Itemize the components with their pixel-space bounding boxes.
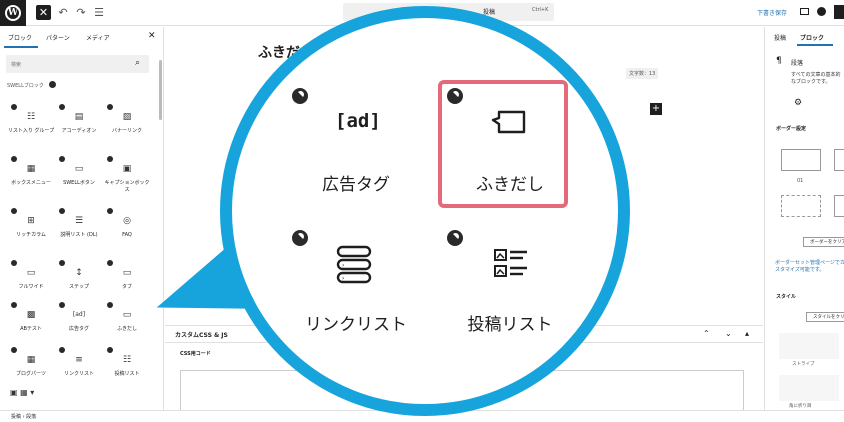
list-group-icon: ☷ bbox=[26, 112, 36, 122]
css-code-label: CSS用コード bbox=[180, 351, 211, 357]
char-count-badge: 文字数：13 bbox=[626, 68, 659, 79]
border-option-number: 01 bbox=[797, 178, 804, 184]
swell-icon bbox=[49, 81, 56, 88]
block-swell-button[interactable]: ▭ SWELLボタン bbox=[55, 152, 103, 202]
active-tab-indicator bbox=[797, 44, 833, 46]
swell-badge-icon bbox=[292, 88, 308, 104]
preview-icon[interactable] bbox=[800, 8, 809, 15]
tab-post[interactable]: 投稿 bbox=[774, 33, 786, 42]
save-draft-button[interactable]: 下書き保存 bbox=[757, 8, 787, 17]
fullwide-icon: ▭ bbox=[26, 268, 36, 278]
search-icon[interactable]: ⌕ bbox=[135, 58, 140, 68]
chevron-up-icon[interactable]: ⌃ bbox=[703, 329, 710, 338]
style-option-corner[interactable] bbox=[779, 375, 839, 401]
command-shortcut: Ctrl+K bbox=[532, 7, 549, 13]
border-option[interactable] bbox=[781, 149, 821, 171]
button-icon: ▭ bbox=[74, 164, 84, 174]
block-name: 段落 bbox=[791, 60, 804, 67]
block-list-group[interactable]: ☷ リスト入り グループ bbox=[7, 100, 55, 150]
tab-icon: ▭ bbox=[122, 268, 132, 278]
block-box-menu[interactable]: ▦ ボックスメニュー bbox=[7, 152, 55, 202]
drag-icon[interactable]: ▴ bbox=[745, 329, 749, 338]
clear-style-button[interactable]: スタイルをクリア bbox=[806, 312, 844, 322]
tab-blocks[interactable]: ブロック bbox=[8, 33, 32, 42]
box-menu-icon: ▦ bbox=[26, 164, 36, 174]
balloon-icon bbox=[491, 110, 526, 134]
caption-box-icon: ▣ bbox=[122, 164, 132, 174]
border-settings-link[interactable]: ボーダーセット管理ページでカスタマイズ可能です。 bbox=[775, 260, 844, 274]
swell-badge-icon bbox=[447, 88, 463, 104]
block-dl-list[interactable]: ☰ 説明リスト (DL) bbox=[55, 204, 103, 254]
block-blog-parts[interactable]: ▦ ブログパーツ bbox=[7, 343, 55, 393]
accordion-icon: ▤ bbox=[74, 112, 84, 122]
block-faq[interactable]: ◎ FAQ bbox=[103, 204, 151, 254]
block-ab-test[interactable]: ▩ ABテスト bbox=[7, 298, 55, 348]
tab-patterns[interactable]: パターン bbox=[46, 33, 70, 42]
link-list-icon: ≡ bbox=[75, 355, 83, 365]
block-description: すべての文章の基本的なブロックです。 bbox=[791, 72, 841, 85]
gear-icon[interactable]: ⚙ bbox=[794, 98, 802, 108]
ad-icon: [ad] bbox=[72, 311, 86, 318]
border-option[interactable] bbox=[834, 149, 844, 171]
ab-test-icon: ▩ bbox=[26, 310, 36, 320]
swell-icon[interactable] bbox=[817, 7, 826, 16]
link-list-label: リンクリスト bbox=[305, 315, 407, 335]
swell-badge-icon bbox=[292, 230, 308, 246]
post-list-label: 投稿リスト bbox=[467, 315, 553, 335]
block-rich-columns[interactable]: ⊞ リッチカラム bbox=[7, 204, 55, 254]
redo-icon[interactable]: ↷ bbox=[74, 4, 88, 20]
tab-media[interactable]: メディア bbox=[86, 33, 110, 42]
faq-icon: ◎ bbox=[123, 216, 131, 226]
svg-text:›: › bbox=[342, 275, 344, 282]
block-link-list[interactable]: ≡ リンクリスト bbox=[55, 343, 103, 393]
style-option-stripe[interactable] bbox=[779, 333, 839, 359]
block-ad-tag[interactable]: [ad] 広告タグ bbox=[55, 298, 103, 348]
settings-toggle-icon[interactable] bbox=[834, 5, 844, 19]
link-list-icon: › › bbox=[336, 245, 372, 284]
block-banner-link[interactable]: ▨ バナーリンク bbox=[103, 100, 151, 150]
list-view-icon[interactable]: ☰ bbox=[92, 4, 106, 20]
add-block-button[interactable]: + bbox=[650, 103, 662, 115]
ad-icon: [ad] bbox=[335, 110, 381, 132]
border-settings-title: ボーダー設定 bbox=[776, 126, 807, 132]
search-input[interactable] bbox=[6, 55, 149, 73]
border-option[interactable] bbox=[834, 195, 844, 217]
ad-tag-label: 広告タグ bbox=[322, 175, 390, 195]
balloon-icon: ▭ bbox=[122, 310, 132, 320]
block-accordion[interactable]: ▤ アコーディオン bbox=[55, 100, 103, 150]
banner-icon: ▨ bbox=[122, 112, 132, 122]
svg-text:›: › bbox=[342, 262, 344, 269]
wordpress-logo-icon[interactable]: W bbox=[0, 0, 26, 26]
post-list-icon: ☷ bbox=[122, 355, 132, 365]
undo-icon[interactable]: ↶ bbox=[56, 4, 70, 20]
block-post-list[interactable]: ☷ 投稿リスト bbox=[103, 343, 151, 393]
step-icon: ↕ bbox=[75, 268, 83, 278]
paragraph-icon: ¶ bbox=[776, 56, 782, 66]
post-list-icon bbox=[494, 249, 527, 277]
breadcrumb[interactable]: 投稿 › 段落 bbox=[11, 413, 36, 420]
block-caption-box[interactable]: ▣ キャプションボックス bbox=[103, 152, 151, 202]
blog-parts-icon: ▦ bbox=[26, 355, 36, 365]
clear-border-button[interactable]: ボーダーをクリア bbox=[803, 237, 844, 247]
search-placeholder: 検索 bbox=[11, 62, 22, 68]
columns-icon: ⊞ bbox=[27, 216, 35, 226]
dl-icon: ☰ bbox=[74, 216, 84, 226]
close-inserter-button[interactable]: ✕ bbox=[36, 5, 51, 20]
chevron-down-icon[interactable]: ⌄ bbox=[725, 329, 732, 338]
category-title: SWELLブロック bbox=[7, 83, 44, 89]
block-balloon[interactable]: ▭ ふきだし bbox=[103, 298, 151, 348]
style-stripe-label: ストライプ bbox=[792, 362, 815, 367]
swell-badge-icon bbox=[447, 230, 463, 246]
style-corner-label: 角に折り目 bbox=[789, 404, 812, 409]
balloon-label: ふきだし bbox=[476, 175, 544, 195]
style-title: スタイル bbox=[776, 294, 797, 300]
more-blocks-row: ▣ ▦ ▾ bbox=[10, 388, 35, 397]
sidebar-scrollbar[interactable] bbox=[159, 60, 162, 120]
magnifier-callout bbox=[220, 6, 630, 416]
tab-block[interactable]: ブロック bbox=[800, 33, 824, 42]
close-icon[interactable]: ✕ bbox=[148, 31, 156, 41]
border-option[interactable] bbox=[781, 195, 821, 217]
active-tab-indicator bbox=[4, 46, 38, 48]
